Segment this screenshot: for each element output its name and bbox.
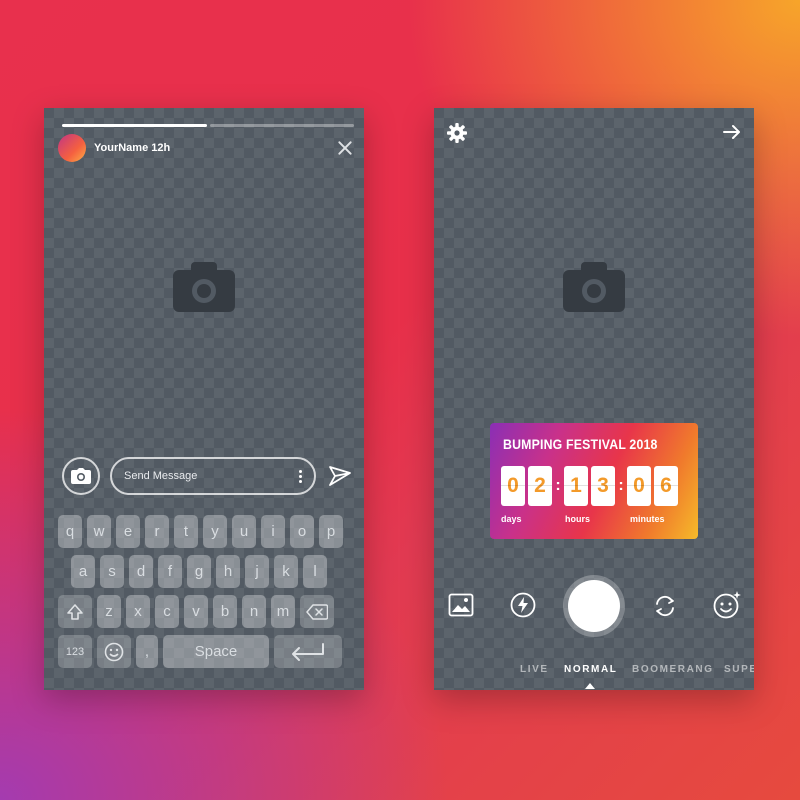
hours-digit-2: 3 — [591, 466, 615, 506]
separator-colon: : — [555, 477, 561, 494]
minutes-digit-2: 6 — [654, 466, 678, 506]
key-e[interactable]: e — [116, 515, 140, 548]
backspace-key[interactable] — [300, 595, 334, 628]
separator-colon: : — [618, 477, 624, 494]
flash-icon — [510, 592, 536, 618]
story-username[interactable]: YourName 12h — [94, 142, 170, 154]
gallery-button[interactable] — [448, 593, 474, 617]
send-message-input[interactable]: Send Message — [110, 457, 316, 495]
close-icon[interactable] — [336, 139, 354, 157]
countdown-units: days hours minutes — [501, 514, 691, 528]
camera-placeholder-icon — [563, 260, 625, 312]
emoji-icon — [104, 642, 124, 661]
key-k[interactable]: k — [274, 555, 298, 588]
gallery-icon — [448, 593, 474, 617]
camera-placeholder-icon — [173, 260, 235, 312]
key-o[interactable]: o — [290, 515, 314, 548]
emoji-key[interactable] — [97, 635, 131, 668]
shift-key[interactable] — [58, 595, 92, 628]
send-icon[interactable] — [328, 465, 352, 487]
flash-button[interactable] — [510, 592, 536, 618]
key-q[interactable]: q — [58, 515, 82, 548]
key-x[interactable]: x — [126, 595, 150, 628]
camera-icon — [71, 468, 91, 484]
key-g[interactable]: g — [187, 555, 211, 588]
key-p[interactable]: p — [319, 515, 343, 548]
story-reply-screen: YourName 12h Send Message qwertyuiop asd… — [44, 108, 364, 690]
comma-key[interactable]: , — [136, 635, 158, 668]
days-label: days — [501, 514, 522, 524]
key-l[interactable]: l — [303, 555, 327, 588]
mode-superzoom[interactable]: SUPE — [724, 664, 754, 675]
progress-segment-complete — [62, 124, 207, 127]
key-r[interactable]: r — [145, 515, 169, 548]
key-z[interactable]: z — [97, 595, 121, 628]
gear-icon[interactable] — [446, 122, 468, 144]
keyboard-row-4: 123 , Space — [58, 635, 348, 668]
keyboard-row-2: asdfghjkl — [58, 555, 348, 588]
numbers-key[interactable]: 123 — [58, 635, 92, 668]
key-b[interactable]: b — [213, 595, 237, 628]
days-digit-1: 0 — [501, 466, 525, 506]
minutes-label: minutes — [630, 514, 665, 524]
key-w[interactable]: w — [87, 515, 111, 548]
backspace-icon — [306, 603, 328, 620]
keyboard: qwertyuiop asdfghjkl zxcvbnm 123 , Space — [58, 515, 348, 675]
countdown-sticker[interactable]: BUMPING FESTIVAL 2018 0 2 : 1 3 : 0 6 da… — [490, 423, 698, 539]
mode-live[interactable]: LIVE — [520, 664, 549, 675]
key-s[interactable]: s — [100, 555, 124, 588]
hours-digit-1: 1 — [564, 466, 588, 506]
key-n[interactable]: n — [242, 595, 266, 628]
camera-button[interactable] — [62, 457, 100, 495]
key-d[interactable]: d — [129, 555, 153, 588]
key-a[interactable]: a — [71, 555, 95, 588]
send-message-placeholder: Send Message — [124, 470, 198, 482]
camera-top-bar — [446, 122, 742, 146]
key-j[interactable]: j — [245, 555, 269, 588]
key-i[interactable]: i — [261, 515, 285, 548]
mode-boomerang[interactable]: BOOMERANG — [632, 664, 714, 675]
key-t[interactable]: t — [174, 515, 198, 548]
story-progress-bar — [62, 124, 354, 127]
mode-normal[interactable]: NORMAL — [564, 664, 617, 675]
face-effects-button[interactable] — [712, 590, 742, 620]
key-h[interactable]: h — [216, 555, 240, 588]
avatar[interactable] — [58, 134, 86, 162]
space-key[interactable]: Space — [163, 635, 269, 668]
return-key[interactable] — [274, 635, 342, 668]
shift-icon — [67, 603, 83, 620]
face-effects-icon — [713, 591, 741, 619]
minutes-digit-1: 0 — [627, 466, 651, 506]
more-vertical-icon[interactable] — [299, 469, 302, 483]
key-m[interactable]: m — [271, 595, 295, 628]
hours-label: hours — [565, 514, 591, 524]
progress-segment-pending — [209, 124, 354, 127]
flip-camera-icon — [656, 595, 674, 617]
flip-camera-button[interactable] — [652, 594, 678, 618]
shutter-button[interactable] — [568, 580, 620, 632]
key-c[interactable]: c — [155, 595, 179, 628]
return-icon — [292, 642, 324, 661]
story-header: YourName 12h — [58, 134, 354, 162]
countdown-digits: 0 2 : 1 3 : 0 6 — [501, 466, 681, 506]
key-u[interactable]: u — [232, 515, 256, 548]
message-bar: Send Message — [62, 454, 358, 498]
arrow-right-icon[interactable] — [722, 122, 742, 142]
key-y[interactable]: y — [203, 515, 227, 548]
days-digit-2: 2 — [528, 466, 552, 506]
active-mode-indicator — [585, 683, 595, 689]
countdown-title: BUMPING FESTIVAL 2018 — [503, 436, 658, 452]
keyboard-row-1: qwertyuiop — [58, 515, 348, 548]
camera-mode-selector: LIVE NORMAL BOOMERANG SUPE — [434, 664, 754, 680]
key-v[interactable]: v — [184, 595, 208, 628]
keyboard-row-3: zxcvbnm — [58, 595, 348, 628]
key-f[interactable]: f — [158, 555, 182, 588]
story-camera-screen: BUMPING FESTIVAL 2018 0 2 : 1 3 : 0 6 da… — [434, 108, 754, 690]
